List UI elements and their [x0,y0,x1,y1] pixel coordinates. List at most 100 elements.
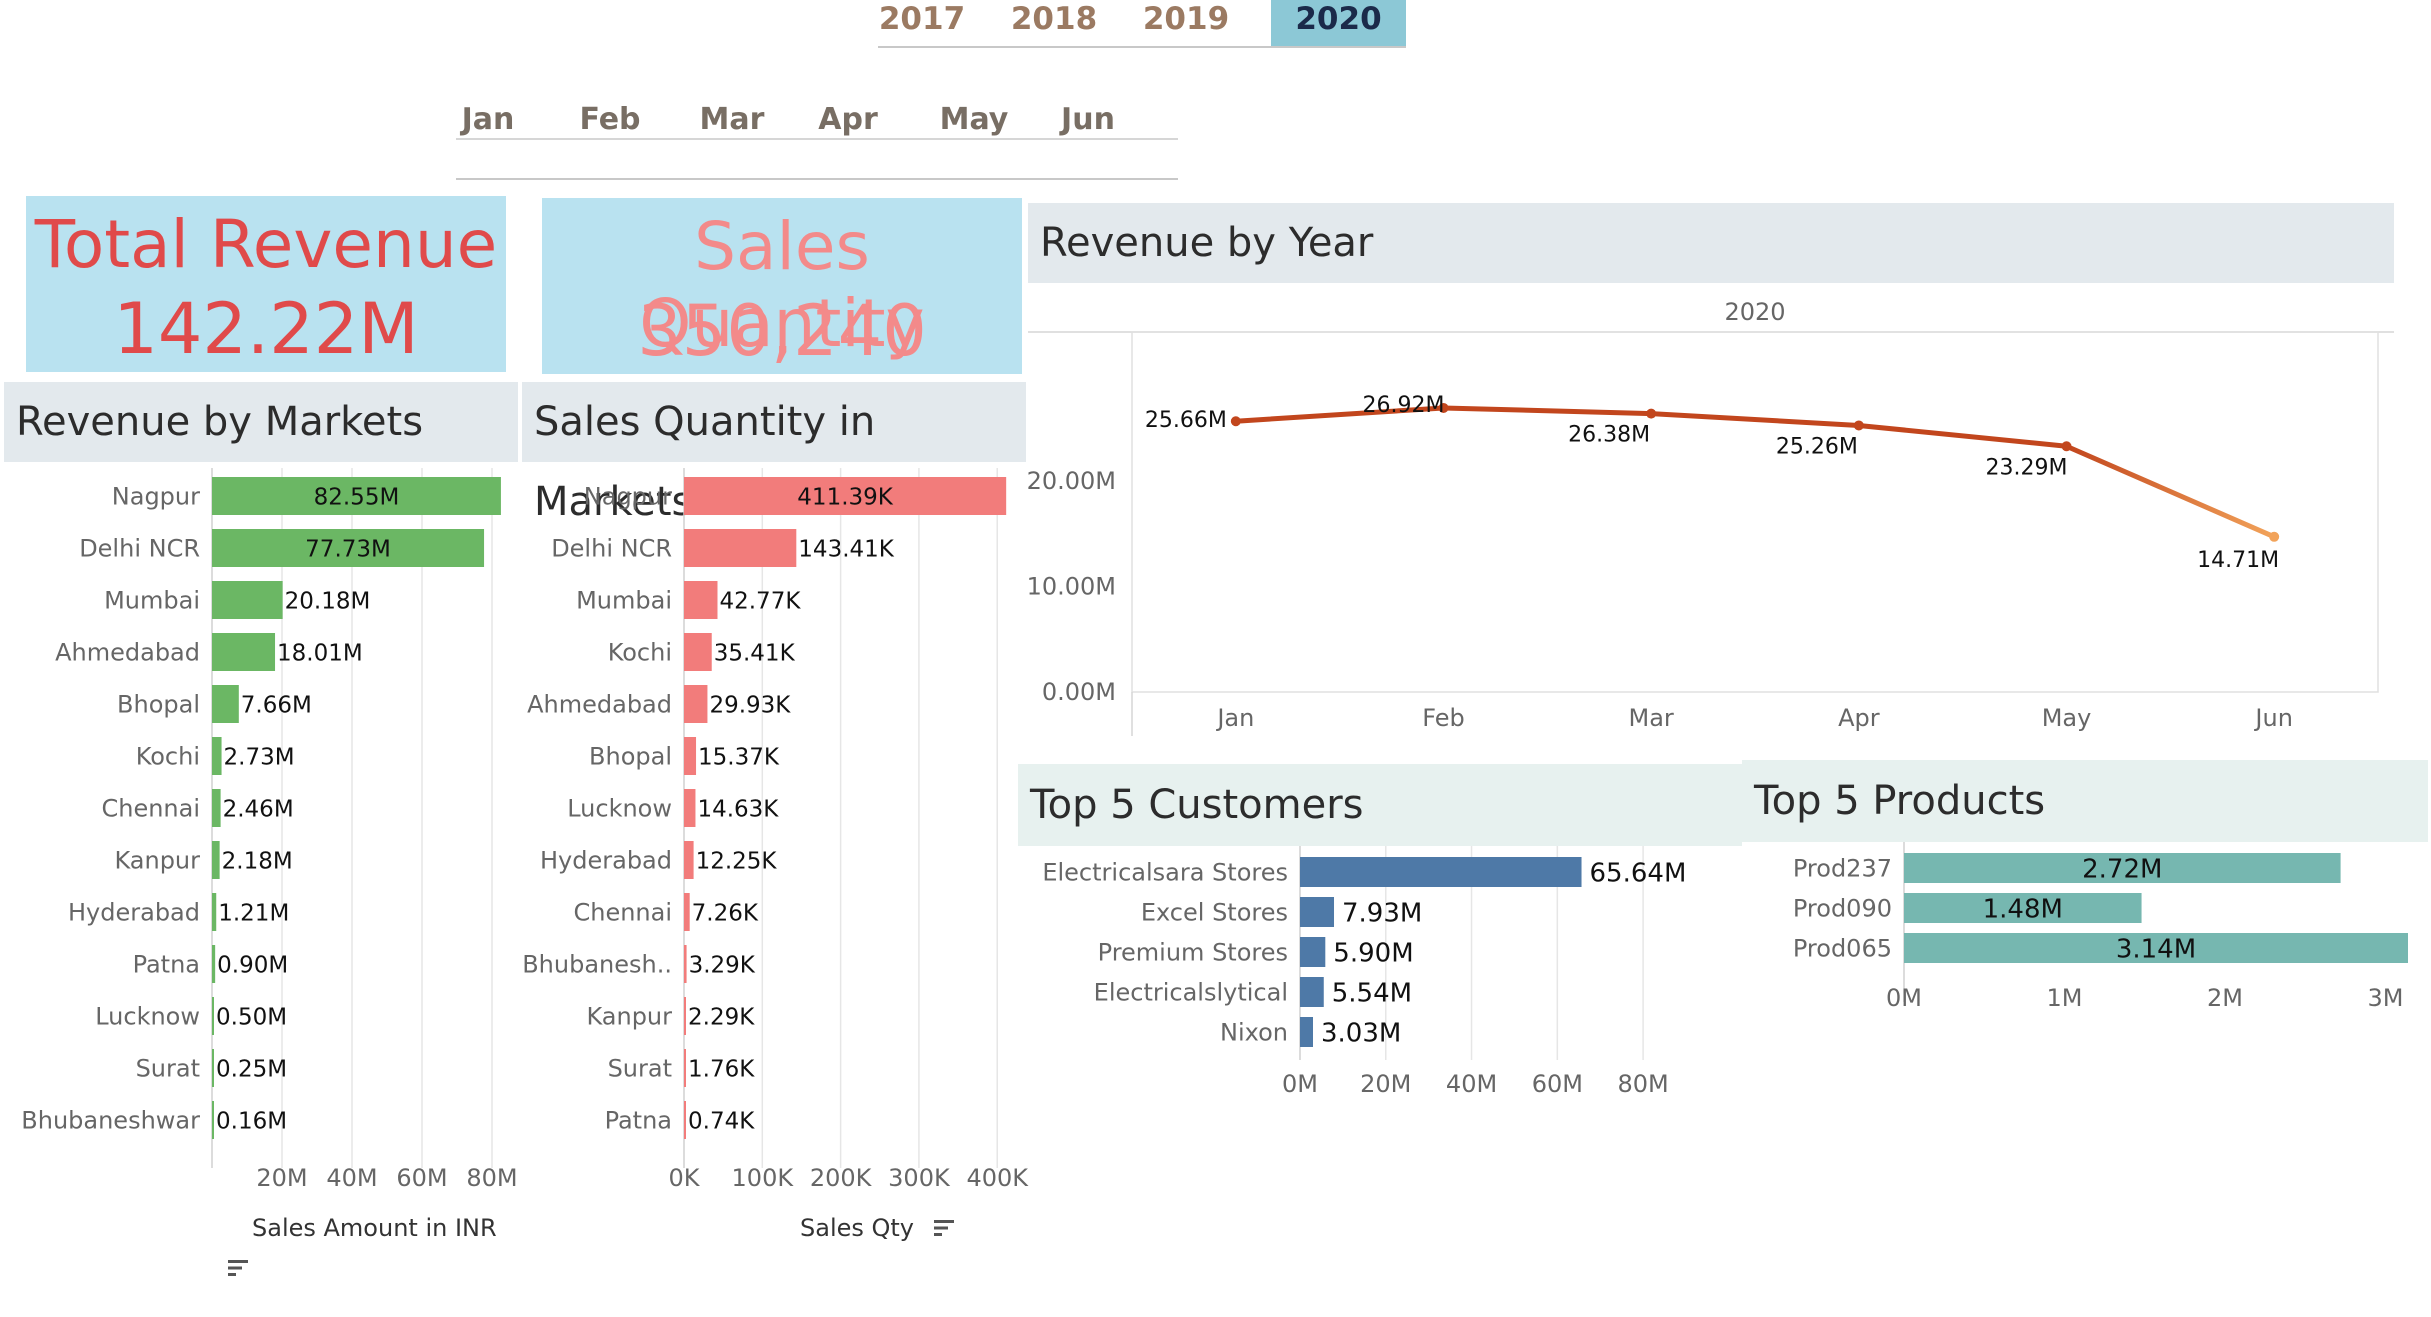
month-option-jun[interactable]: Jun [1052,98,1124,142]
month-option-may[interactable]: May [938,98,1010,142]
data-label: 7.26K [692,900,759,926]
line-segment [2064,443,2277,540]
top-customers-title: Top 5 Customers [1018,764,1742,846]
data-point[interactable] [2269,531,2280,542]
x-tick-label: 60M [396,1164,447,1188]
data-point[interactable] [1853,420,1864,431]
bar[interactable] [684,737,697,775]
bar[interactable] [684,945,687,983]
data-point[interactable] [2061,441,2072,452]
line-segment [1648,411,1862,428]
data-label: 65.64M [1590,858,1687,888]
x-tick-label: 0M [1886,984,1922,1012]
sort-icon[interactable] [933,1209,954,1249]
sales-qty-markets-chart: Nagpur 411.39K Delhi NCR 143.41K Mumbai 42.77… [522,468,1029,1188]
data-label: 0.25M [216,1056,287,1082]
bar[interactable] [212,841,220,879]
data-label: 77.73M [305,536,391,562]
bar[interactable] [212,997,214,1035]
x-tick-label: 60M [1532,1070,1583,1098]
bar[interactable] [1300,1017,1313,1047]
bar[interactable] [212,789,221,827]
data-label: 25.26M [1776,434,1858,459]
data-label: 2.18M [222,848,293,874]
x-tick-label: May [2042,704,2092,732]
month-filter: Jan Feb Mar Apr May Jun [0,0,1200,190]
sort-icon[interactable] [228,1249,248,1289]
x-tick-label: 40M [326,1164,377,1188]
line-segment [1856,422,2069,449]
data-label: 14.71M [2197,548,2279,573]
bar[interactable] [684,841,694,879]
bar[interactable] [684,1101,686,1139]
bar[interactable] [212,581,283,619]
category-label: Bhopal [117,691,200,719]
category-label: Mumbai [104,587,200,615]
bar[interactable] [1300,897,1335,927]
category-label: Premium Stores [1098,939,1288,967]
bar[interactable] [684,789,696,827]
year-option-2020[interactable]: 2020 [1271,0,1406,46]
kpi-sales-quantity-value: 350,240 [637,290,927,372]
category-label: Patna [605,1107,672,1135]
data-label: 7.93M [1342,898,1422,928]
category-label: Delhi NCR [551,535,672,563]
data-label: 1.76K [688,1056,755,1082]
data-point[interactable] [1230,416,1241,427]
bar[interactable] [1300,857,1582,887]
x-tick-label: 20M [256,1164,307,1188]
x-tick-label: 40M [1446,1070,1497,1098]
data-label: 23.29M [1986,455,2068,480]
category-label: Delhi NCR [79,535,200,563]
kpi-total-revenue-value: 142.22M [113,288,419,370]
category-label: Ahmedabad [527,691,672,719]
month-option-feb[interactable]: Feb [574,98,646,142]
data-label: 1.21M [218,900,289,926]
data-label: 5.90M [1333,938,1413,968]
bar[interactable] [1300,937,1326,967]
bar[interactable] [212,893,217,931]
month-filter-slider-track[interactable] [456,178,1178,180]
category-label: Surat [136,1055,200,1083]
bar[interactable] [684,581,718,619]
data-label: 2.46M [223,796,294,822]
bar[interactable] [212,1101,214,1139]
month-option-mar[interactable]: Mar [696,98,768,142]
sales-qty-axis-title: Sales Qty [760,1208,1020,1248]
bar[interactable] [212,633,276,671]
data-point[interactable] [1646,408,1657,419]
bar[interactable] [1300,977,1324,1007]
category-label: Bhopal [589,743,672,771]
bar[interactable] [212,1049,214,1087]
bar[interactable] [212,945,216,983]
bar[interactable] [212,737,222,775]
data-label: 29.93K [709,692,791,718]
bar[interactable] [684,633,712,671]
x-tick-label: Jan [1215,704,1254,732]
x-tick-label: Jun [2253,704,2293,732]
bar[interactable] [212,685,239,723]
bar[interactable] [684,685,708,723]
data-label: 3.14M [2116,934,2196,964]
data-label: 0.50M [216,1004,287,1030]
top-customers-chart: Electricalsara Stores 65.64M Excel Stores 7… [1042,846,1687,1098]
month-option-jan[interactable]: Jan [452,98,524,142]
x-tick-label: 80M [1617,1070,1668,1098]
bar[interactable] [684,997,686,1035]
data-label: 18.01M [277,640,363,666]
bar[interactable] [684,893,690,931]
bar[interactable] [684,529,797,567]
kpi-total-revenue: Total Revenue 142.22M [26,196,506,372]
category-label: Excel Stores [1141,899,1288,927]
category-label: Nagpur [584,483,672,511]
bar[interactable] [684,1049,686,1087]
data-label: 1.48M [1983,894,2063,924]
data-label: 15.37K [698,744,780,770]
revenue-by-year-title: Revenue by Year [1028,203,2394,283]
data-label: 20.18M [285,588,371,614]
y-tick-label: 0.00M [1042,678,1116,706]
month-option-apr[interactable]: Apr [812,98,884,142]
data-label: 3.29K [689,952,756,978]
data-label: 0.90M [217,952,288,978]
data-label: 3.03M [1321,1018,1401,1048]
